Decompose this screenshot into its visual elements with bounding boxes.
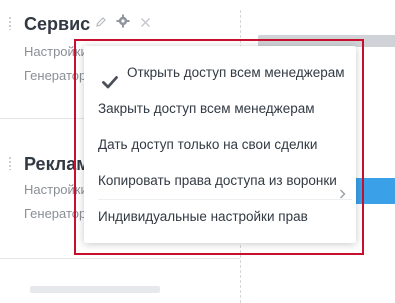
- drag-handle[interactable]: [8, 16, 12, 30]
- pipeline-title: Сервис: [24, 14, 91, 34]
- menu-item-label: Индивидуальные настройки прав: [98, 209, 308, 224]
- divider: [0, 258, 240, 259]
- menu-item-copy-rights[interactable]: Копировать права доступа из воронки: [84, 162, 356, 199]
- add-pipeline-bar[interactable]: [30, 286, 160, 293]
- gear-icon[interactable]: [116, 14, 130, 33]
- menu-item-close-access[interactable]: Закрыть доступ всем менеджерам: [84, 90, 356, 127]
- pencil-icon[interactable]: [95, 15, 107, 33]
- menu-item-label: Копировать права доступа из воронки: [98, 173, 337, 188]
- menu-item-label: Дать доступ только на свои сделки: [98, 137, 318, 152]
- menu-item-label: Открыть доступ всем менеджерам: [127, 65, 345, 80]
- menu-item-open-access[interactable]: Открыть доступ всем менеджерам: [84, 54, 356, 91]
- drag-handle[interactable]: [8, 156, 12, 170]
- menu-item-individual-settings[interactable]: Индивидуальные настройки прав: [84, 198, 356, 235]
- close-icon[interactable]: [140, 15, 151, 33]
- access-rights-menu: Открыть доступ всем менеджерам Закрыть д…: [84, 46, 356, 243]
- menu-item-own-deals-only[interactable]: Дать доступ только на свои сделки: [84, 126, 356, 163]
- menu-item-label: Закрыть доступ всем менеджерам: [98, 101, 315, 116]
